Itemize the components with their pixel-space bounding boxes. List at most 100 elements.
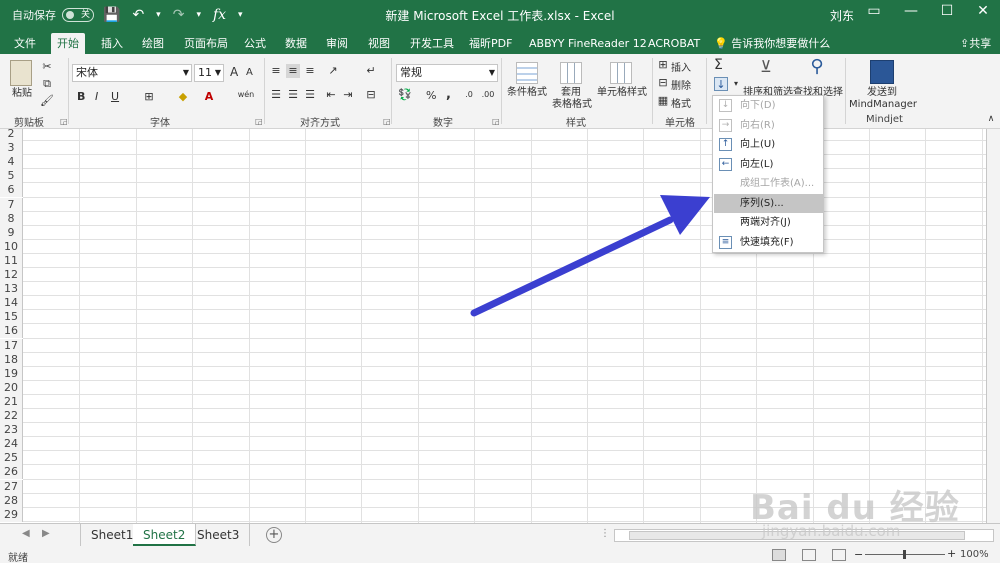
increase-indent-icon[interactable]: ⇥ (341, 88, 355, 102)
align-center-icon[interactable]: ☰ (286, 88, 300, 102)
row-header[interactable]: 26 (0, 465, 23, 480)
align-middle-icon[interactable]: ≡ (286, 64, 300, 78)
tab-foxit-pdf[interactable]: 福昕PDF (463, 33, 518, 54)
format-painter-icon[interactable]: 🖌 (40, 94, 54, 108)
borders-icon[interactable]: ⊞ (142, 90, 156, 104)
accounting-format-icon[interactable]: 💱 (398, 88, 412, 102)
send-to-mindmanager-label-1[interactable]: 发送到 (858, 87, 906, 99)
row-header[interactable]: 15 (0, 310, 23, 325)
tab-review[interactable]: 审阅 (320, 33, 354, 54)
next-sheet-icon[interactable]: ▶ (42, 528, 50, 539)
page-break-view-icon[interactable] (832, 549, 846, 561)
zoom-slider-thumb[interactable] (903, 550, 906, 559)
user-name[interactable]: 刘东 (830, 7, 854, 24)
row-header[interactable]: 19 (0, 366, 23, 381)
align-left-icon[interactable]: ☰ (269, 88, 283, 102)
row-header[interactable]: 16 (0, 324, 23, 339)
customize-qat-icon[interactable]: ▾ (235, 6, 246, 24)
align-top-icon[interactable]: ≡ (269, 64, 283, 78)
normal-view-icon[interactable] (772, 549, 786, 561)
autosum-button[interactable]: Σ (714, 57, 723, 73)
row-header[interactable]: 14 (0, 296, 23, 311)
row-header[interactable]: 21 (0, 394, 23, 409)
bold-button[interactable]: B (77, 90, 85, 103)
row-header[interactable]: 29 (0, 507, 23, 522)
number-format-combo[interactable]: 常规 ▼ (396, 64, 498, 82)
format-cells-icon[interactable]: ▦ (656, 94, 670, 108)
row-header[interactable]: 11 (0, 253, 23, 268)
tab-acrobat[interactable]: ACROBAT (642, 33, 706, 54)
sort-filter-icon[interactable]: ⊻ (754, 59, 778, 84)
vertical-scrollbar[interactable] (986, 129, 1000, 523)
undo-icon[interactable]: ↶ (129, 6, 147, 24)
row-header[interactable]: 3 (0, 141, 23, 156)
format-as-table-label-1[interactable]: 套用 (553, 87, 589, 99)
prev-sheet-icon[interactable]: ◀ (22, 528, 30, 539)
tab-home[interactable]: 开始 (51, 33, 85, 54)
row-header[interactable]: 10 (0, 239, 23, 254)
fill-menu-item[interactable]: 成组工作表(A)... (714, 174, 823, 193)
grow-font-button[interactable]: A (230, 65, 238, 79)
collapse-ribbon-icon[interactable]: ∧ (984, 112, 998, 126)
row-header[interactable]: 5 (0, 169, 23, 184)
fill-menu-item[interactable]: ↓ 向下(D) (714, 96, 823, 115)
increase-decimal-icon[interactable]: .0 (462, 88, 476, 102)
cell-styles-icon[interactable] (610, 62, 632, 84)
shrink-font-button[interactable]: A (246, 67, 253, 78)
tab-page-layout[interactable]: 页面布局 (178, 33, 234, 54)
row-header[interactable]: 2 (0, 129, 23, 142)
italic-button[interactable]: I (95, 90, 98, 103)
tab-data[interactable]: 数据 (279, 33, 313, 54)
row-header[interactable]: 4 (0, 155, 23, 170)
fill-menu-item[interactable]: ≡ 快速填充(F) (714, 233, 823, 252)
tab-insert[interactable]: 插入 (95, 33, 129, 54)
align-right-icon[interactable]: ☰ (303, 88, 317, 102)
tab-draw[interactable]: 绘图 (136, 33, 170, 54)
conditional-formatting-icon[interactable] (516, 62, 538, 84)
undo-dropdown-icon[interactable]: ▾ (153, 6, 164, 24)
row-header[interactable]: 7 (0, 197, 23, 212)
redo-icon[interactable]: ↷ (170, 6, 188, 24)
conditional-formatting-label[interactable]: 条件格式 (504, 87, 550, 99)
tab-developer[interactable]: 开发工具 (404, 33, 460, 54)
row-header[interactable]: 18 (0, 352, 23, 367)
row-header[interactable]: 23 (0, 423, 23, 438)
save-icon[interactable]: 💾 (100, 6, 123, 24)
alignment-launcher-icon[interactable]: ◲ (383, 117, 391, 126)
comma-style-button[interactable]: , (446, 87, 451, 102)
tab-formulas[interactable]: 公式 (238, 33, 272, 54)
tab-file[interactable]: 文件 (8, 33, 42, 54)
fill-color-icon[interactable]: ◆ (176, 90, 190, 104)
clipboard-launcher-icon[interactable]: ◲ (60, 117, 68, 126)
row-header[interactable]: 25 (0, 451, 23, 466)
row-header[interactable]: 13 (0, 282, 23, 297)
row-header[interactable]: 12 (0, 268, 23, 283)
number-launcher-icon[interactable]: ◲ (492, 117, 500, 126)
copy-icon[interactable]: ⧉ (40, 77, 54, 91)
send-to-mindmanager-label-2[interactable]: MindManager (848, 99, 918, 111)
autosave-toggle[interactable]: 关 (62, 8, 94, 22)
format-as-table-icon[interactable] (560, 62, 582, 84)
insert-cells-icon[interactable]: ⊞ (656, 58, 670, 72)
find-select-icon[interactable]: ⚲ (805, 58, 829, 84)
decrease-decimal-icon[interactable]: .00 (481, 88, 495, 102)
zoom-in-icon[interactable]: + (947, 547, 956, 560)
tab-split-handle[interactable]: ⋮ (600, 528, 610, 539)
fill-menu-item[interactable]: → 向右(R) (714, 116, 823, 135)
add-sheet-icon[interactable]: + (266, 527, 282, 543)
merge-center-icon[interactable]: ⊟ (364, 88, 378, 102)
align-bottom-icon[interactable]: ≡ (303, 64, 317, 78)
zoom-out-icon[interactable]: − (854, 548, 863, 561)
insert-function-icon[interactable]: fx (210, 6, 229, 24)
row-header[interactable]: 27 (0, 479, 23, 494)
font-size-combo[interactable]: 11 ▼ (194, 64, 224, 82)
insert-cells-label[interactable]: 插入 (671, 59, 691, 74)
row-header[interactable]: 20 (0, 380, 23, 395)
row-header[interactable]: 6 (0, 183, 23, 198)
fill-button-icon[interactable]: ↓ (714, 77, 728, 91)
row-header[interactable]: 24 (0, 437, 23, 452)
row-header[interactable]: 9 (0, 225, 23, 240)
worksheet-grid[interactable]: 2 3 4 5 6 7 8 9 10 11 12 13 14 15 16 17 18 19 20 21 22 23 24 25… (0, 129, 1000, 523)
ribbon-display-options-icon[interactable]: ▭ (856, 3, 892, 19)
format-cells-label[interactable]: 格式 (671, 95, 691, 110)
